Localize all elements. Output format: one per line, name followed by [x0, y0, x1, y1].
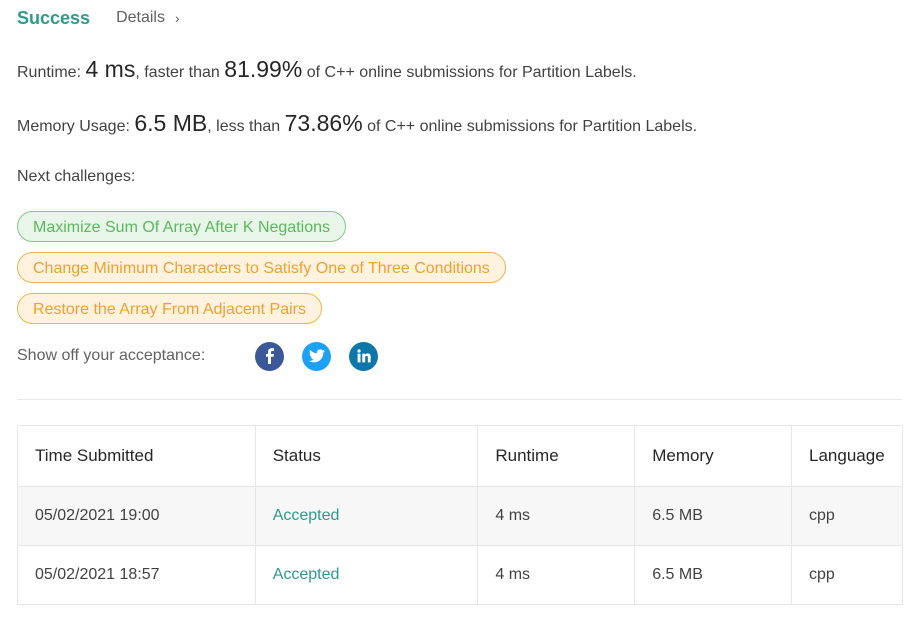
next-challenges-label: Next challenges: [17, 168, 136, 185]
challenge-chip[interactable]: Change Minimum Characters to Satisfy One… [17, 252, 506, 283]
status-cell: Accepted [254, 486, 479, 546]
language-cell: cpp [791, 486, 903, 546]
column-header: Memory [634, 425, 793, 487]
column-header: Language [791, 425, 903, 487]
table-header-row: Time Submitted Status Runtime Memory Lan… [17, 425, 903, 487]
memory-percent: 73.86% [284, 110, 363, 136]
runtime-comparison: , faster than [135, 64, 220, 81]
runtime-percent: 81.99% [224, 56, 303, 82]
memory-comparison: , less than [207, 118, 281, 135]
details-link[interactable]: Details › [116, 9, 180, 27]
runtime-cell: 4 ms [477, 545, 636, 605]
challenge-chip[interactable]: Maximize Sum Of Array After K Negations [17, 211, 346, 242]
table-row: 05/02/2021 18:57 Accepted 4 ms 6.5 MB cp… [17, 545, 903, 605]
chevron-right-icon: › [174, 10, 180, 26]
column-header: Status [254, 425, 479, 487]
memory-suffix: of C++ online submissions for Partition … [367, 118, 698, 135]
twitter-icon[interactable] [302, 341, 331, 371]
challenge-chip[interactable]: Restore the Array From Adjacent Pairs [17, 293, 322, 324]
memory-value: 6.5 MB [134, 110, 208, 136]
status-title: Success [17, 7, 91, 28]
time-cell: 05/02/2021 19:00 [17, 486, 256, 546]
time-cell: 05/02/2021 18:57 [17, 545, 256, 605]
facebook-icon[interactable] [255, 341, 284, 371]
runtime-suffix: of C++ online submissions for Partition … [306, 64, 637, 81]
submissions-table: Time Submitted Status Runtime Memory Lan… [17, 425, 903, 605]
memory-cell: 6.5 MB [634, 545, 793, 605]
runtime-value: 4 ms [85, 56, 136, 82]
share-row: Show off your acceptance: [17, 341, 396, 371]
status-link[interactable]: Accepted [273, 507, 340, 524]
status-cell: Accepted [254, 545, 479, 605]
result-header: Success Details › [17, 6, 180, 30]
details-label: Details [116, 9, 165, 26]
divider [17, 399, 902, 400]
memory-stat: Memory Usage: 6.5 MB, less than 73.86% o… [17, 110, 697, 137]
table-row: 05/02/2021 19:00 Accepted 4 ms 6.5 MB cp… [17, 486, 903, 546]
runtime-cell: 4 ms [477, 486, 636, 546]
column-header: Runtime [477, 425, 636, 487]
runtime-label: Runtime: [17, 64, 82, 81]
memory-label: Memory Usage: [17, 118, 130, 135]
runtime-stat: Runtime: 4 ms, faster than 81.99% of C++… [17, 56, 637, 83]
status-link[interactable]: Accepted [273, 566, 340, 583]
share-label: Show off your acceptance: [17, 347, 206, 364]
column-header: Time Submitted [17, 425, 256, 487]
memory-cell: 6.5 MB [634, 486, 793, 546]
linkedin-icon[interactable] [349, 341, 378, 371]
language-cell: cpp [791, 545, 903, 605]
